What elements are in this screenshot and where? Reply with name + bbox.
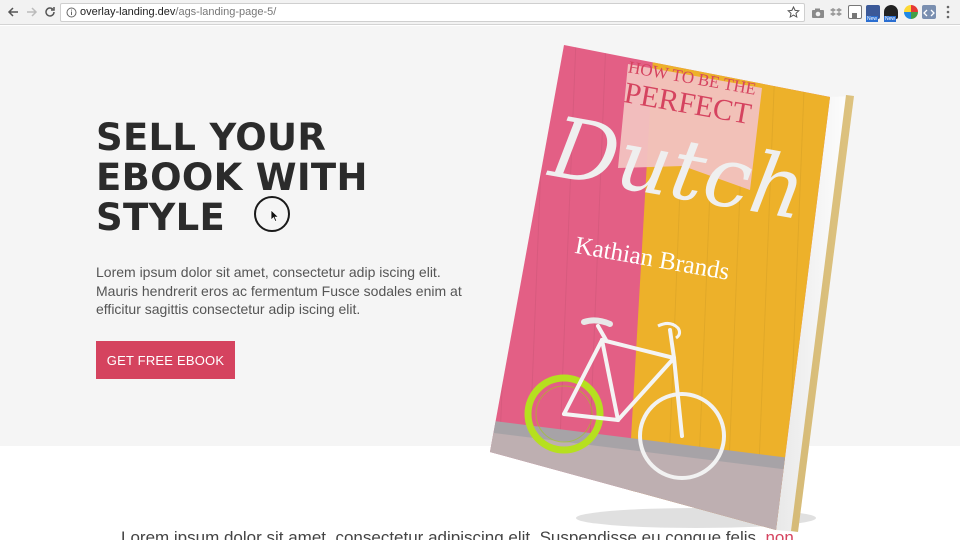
- ebook-cover-image: HOW TO BE THE PERFECT Dutch Kathian Bran…: [490, 45, 854, 532]
- section-text: Lorem ipsum dolor sit amet, consectetur …: [121, 528, 761, 540]
- camera-icon[interactable]: [811, 5, 825, 19]
- hero-title-line: SELL YOUR: [96, 116, 327, 159]
- section-link[interactable]: non: [765, 528, 793, 540]
- get-free-ebook-button[interactable]: GET FREE EBOOK: [96, 341, 235, 379]
- extension-new-icon[interactable]: New: [884, 5, 898, 22]
- info-icon[interactable]: [66, 7, 77, 18]
- cursor-icon: [270, 209, 280, 223]
- grid-icon[interactable]: [946, 5, 950, 19]
- new-badge: New: [884, 16, 897, 22]
- color-wheel-icon[interactable]: [904, 5, 918, 19]
- url-host: overlay-landing.dev: [80, 6, 176, 18]
- reload-button[interactable]: [42, 4, 58, 20]
- tab-icon[interactable]: [848, 5, 862, 19]
- reload-icon: [45, 7, 55, 17]
- hero-title-line: EBOOK WITH: [96, 156, 368, 199]
- url-path: /ags-landing-page-5/: [175, 6, 277, 18]
- forward-button[interactable]: [24, 4, 40, 20]
- address-bar[interactable]: overlay-landing.dev/ags-landing-page-5/: [60, 3, 805, 22]
- code-icon[interactable]: [922, 5, 936, 19]
- section-paragraph: Lorem ipsum dolor sit amet, consectetur …: [121, 528, 921, 540]
- back-arrow-icon: [7, 7, 18, 17]
- browser-toolbar: overlay-landing.dev/ags-landing-page-5/ …: [0, 0, 960, 25]
- extension-new-icon[interactable]: New: [866, 5, 880, 22]
- hero-description: Lorem ipsum dolor sit amet, consectetur …: [96, 264, 462, 317]
- new-badge: New: [866, 16, 879, 22]
- bookmark-star-icon[interactable]: [787, 6, 800, 19]
- dropbox-icon[interactable]: [829, 5, 843, 19]
- back-button[interactable]: [5, 4, 21, 20]
- forward-arrow-icon: [27, 7, 38, 17]
- url-text[interactable]: overlay-landing.dev/ags-landing-page-5/: [80, 6, 276, 18]
